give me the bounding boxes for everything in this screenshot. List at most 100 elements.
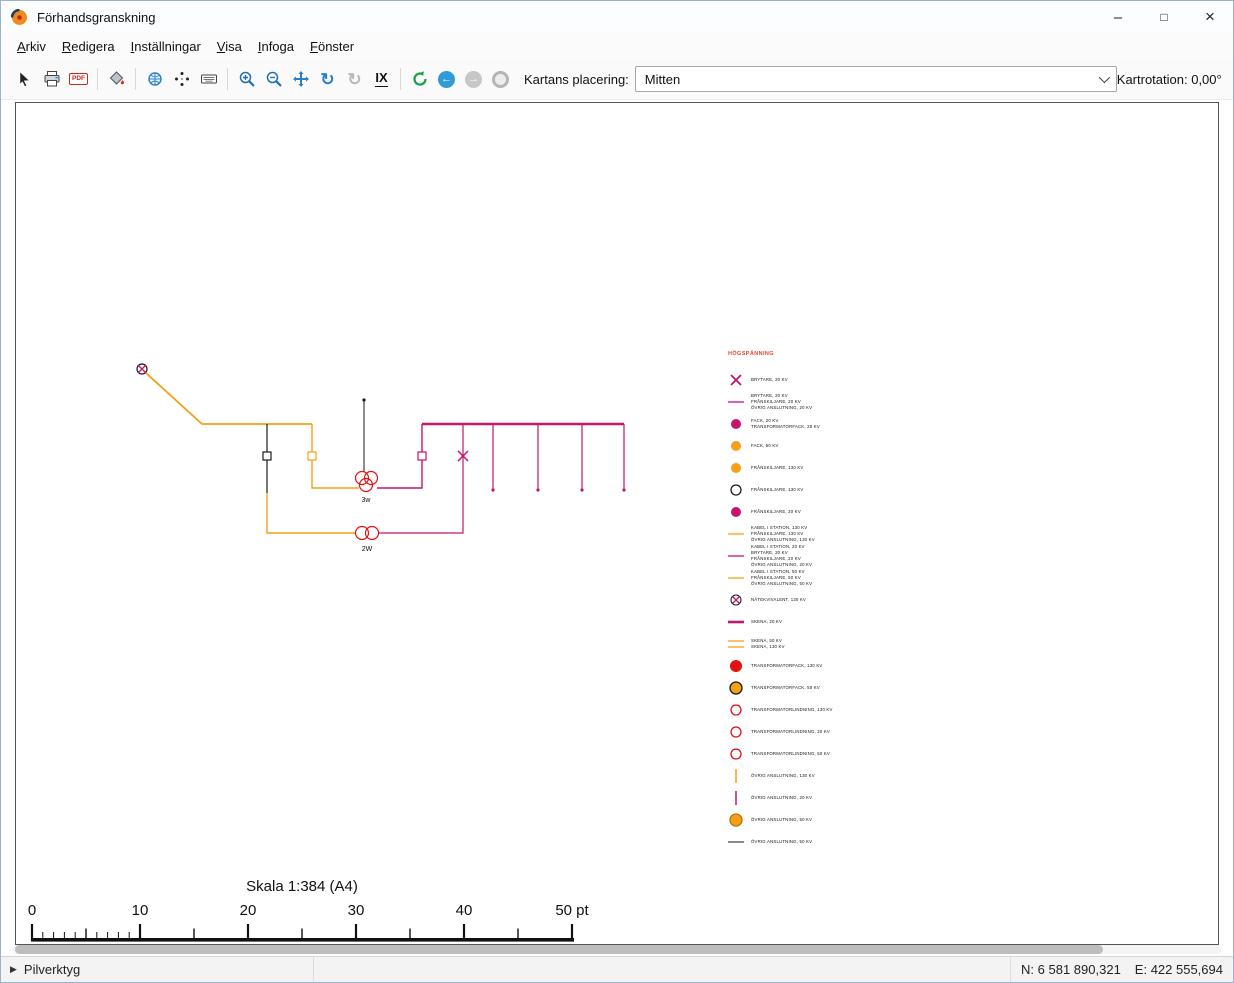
move-icon [292,70,310,88]
transformer-3w-label: 3w [362,497,372,504]
toolbar: PDF [1,59,1233,100]
maximize-button[interactable]: □ [1141,1,1187,33]
scale-tick-label: 30 [348,902,365,919]
scale-title: Skala 1:384 (A4) [246,878,358,895]
legend-item-label: ÖVRIG ANSLUTNING, 50 KV [751,817,812,823]
legend-item: FACK, 50 KV [727,435,833,457]
paint-bucket-icon [108,70,126,88]
minimize-button[interactable]: – [1095,1,1141,33]
ix-button[interactable]: IX [368,66,395,93]
rotate-disabled-button[interactable]: ↻ [341,66,368,93]
legend-item: BRYTARE, 20 KVFRÅNSKILJARE, 20 KVÖVRIG A… [727,391,833,413]
legend-symbol-circle [727,437,745,455]
print-button[interactable] [38,66,65,93]
close-button[interactable]: × [1187,1,1233,33]
legend-item: TRANSFORMATORFACK, 50 KV [727,677,833,699]
legend-item-label: TRANSFORMATORFACK, 130 KV [751,663,822,669]
scale-tick-label: 20 [240,902,257,919]
legend-symbol-vline [727,767,745,785]
coordinate-north: N: 6 581 890,321 [1021,962,1121,977]
legend-item: SKENA, 50 KVSKENA, 130 KV [727,633,833,655]
legend-item-label: ÖVRIG ANSLUTNING, 50 KV [751,839,812,845]
map-placement-select[interactable]: Mitten [635,66,1117,92]
zoom-out-button[interactable] [260,66,287,93]
record-button[interactable] [487,66,514,93]
pan-button[interactable] [287,66,314,93]
menu-item-redigera[interactable]: Redigera [54,36,123,57]
nav-forward-button[interactable]: → [460,66,487,93]
menu-item-visa[interactable]: Visa [209,36,250,57]
legend-item: ÖVRIG ANSLUTNING, 20 KV [727,787,833,809]
printer-icon [43,70,61,88]
coordinate-east: E: 422 555,694 [1135,962,1223,977]
map-rotation-label: Kartrotation: 0,00° [1117,72,1224,87]
app-logo-icon [11,9,28,26]
toolbar-separator [400,68,401,90]
snap-points-button[interactable] [168,66,195,93]
legend-item: FRÅNSKILJARE, 130 KV [727,479,833,501]
legend-item-label: BRYTARE, 20 KV [751,377,788,383]
back-arrow-icon: ← [438,71,455,88]
scale-tick-label: 0 [28,902,36,919]
nav-back-button[interactable]: ← [433,66,460,93]
window-title: Förhandsgranskning [37,10,156,25]
menu-item-infoga[interactable]: Infoga [250,36,302,57]
legend-title: HÖGSPÄNNING [728,351,774,357]
legend-item: FRÅNSKILJARE, 130 KV [727,457,833,479]
circle-icon [492,71,509,88]
keyboard-icon [200,70,218,88]
active-tool-label: Pilverktyg [24,962,80,977]
rotate-button[interactable]: ↻ [314,66,341,93]
legend-item: FACK, 20 KVTRANSFORMATORFACK, 20 KV [727,413,833,435]
legend-symbol-hline [727,833,745,851]
title-bar[interactable]: Förhandsgranskning – □ × [1,1,1233,33]
legend-item: SKENA, 20 KV [727,611,833,633]
legend-item-label: KABEL I STATION, 50 KVFRÅNSKILJARE, 50 K… [751,569,812,586]
legend-item-label: FRÅNSKILJARE, 130 KV [751,465,803,471]
ix-label: IX [375,71,387,86]
scale-tick-label: 10 [132,902,149,919]
menu-item-inställningar[interactable]: Inställningar [123,36,209,57]
maximize-icon: □ [1160,10,1167,24]
legend-item-label: SKENA, 20 KV [751,619,782,625]
menu-item-arkiv[interactable]: Arkiv [9,36,54,57]
legend-symbol-circle [727,657,745,675]
toolbar-separator [97,68,98,90]
keyboard-button[interactable] [195,66,222,93]
legend-symbol-circle [727,415,745,433]
preview-canvas[interactable]: 3w 2W HÖGSPÄNNING BRYTARE, 20 KV BRYTARE,… [15,102,1219,945]
close-icon: × [1205,7,1215,27]
refresh-button[interactable] [406,66,433,93]
legend-item: ÖVRIG ANSLUTNING, 50 KV [727,831,833,853]
map-placement-label: Kartans placering: [524,72,629,87]
legend-item: TRANSFORMATORLINDNING, 130 KV [727,699,833,721]
paint-bucket-button[interactable] [103,66,130,93]
legend-item-label: TRANSFORMATORLINDNING, 130 KV [751,707,833,713]
status-bar: ▶ Pilverktyg N: 6 581 890,321 E: 422 555… [1,956,1233,982]
legend-symbol-hline [727,393,745,411]
select-tool-button[interactable] [11,66,38,93]
legend-item-label: TRANSFORMATORLINDNING, 20 KV [751,729,830,735]
toolbar-separator [135,68,136,90]
horizontal-scrollbar[interactable] [13,945,1221,954]
legend-item-label: FACK, 50 KV [751,443,779,449]
legend-item: BRYTARE, 20 KV [727,369,833,391]
minimize-icon: – [1114,9,1122,26]
zoom-in-button[interactable] [233,66,260,93]
legend-symbol-vline [727,789,745,807]
map-placement-value: Mitten [645,72,680,87]
legend-item-label: ÖVRIG ANSLUTNING, 20 KV [751,795,812,801]
menu-item-fönster[interactable]: Fönster [302,36,362,57]
scrollbar-thumb[interactable] [15,945,1103,954]
legend-symbol-circle [727,481,745,499]
main-area: 3w 2W HÖGSPÄNNING BRYTARE, 20 KV BRYTARE,… [1,100,1233,956]
legend-item-label: SKENA, 50 KVSKENA, 130 KV [751,638,785,650]
legend-item: TRANSFORMATORLINDNING, 20 KV [727,721,833,743]
legend-item: KABEL I STATION, 20 KVBRYTARE, 20 KVFRÅN… [727,545,833,567]
export-pdf-button[interactable]: PDF [65,66,92,93]
zoom-in-icon [238,70,256,88]
pdf-icon: PDF [69,73,88,86]
transformer-2w-label: 2W [362,546,373,553]
legend-symbol-equiv [727,591,745,609]
pan-world-button[interactable] [141,66,168,93]
